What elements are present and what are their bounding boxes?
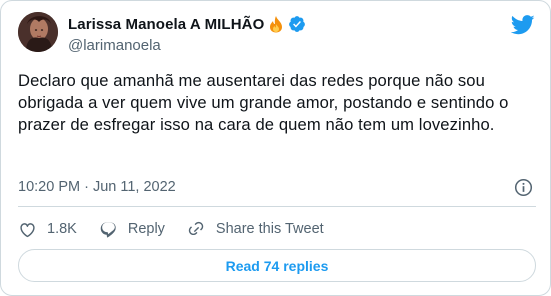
info-icon[interactable] bbox=[514, 178, 533, 197]
like-button[interactable]: 1.8K bbox=[18, 220, 77, 239]
share-label: Share this Tweet bbox=[215, 221, 324, 237]
tweet-actions: 1.8K Reply Share this Tweet bbox=[18, 217, 346, 241]
author-name-row[interactable]: Larissa Manoela A MILHÃO bbox=[68, 15, 306, 33]
reply-bubble-icon bbox=[100, 221, 116, 237]
reply-button[interactable]: Reply bbox=[99, 220, 165, 239]
tweet-timestamp[interactable]: 10:20 PM · Jun 11, 2022 bbox=[18, 179, 176, 195]
share-button[interactable]: Share this Tweet bbox=[187, 220, 324, 239]
fire-icon bbox=[268, 15, 284, 33]
avatar[interactable] bbox=[18, 12, 58, 52]
tweet-text: Declaro que amanhã me ausentarei das red… bbox=[18, 71, 509, 134]
divider bbox=[18, 206, 536, 207]
reply-label: Reply bbox=[127, 221, 165, 237]
twitter-bird-icon[interactable] bbox=[510, 15, 535, 35]
like-count: 1.8K bbox=[47, 221, 77, 237]
tweet-card: Larissa Manoela A MILHÃO @larimanoela De… bbox=[0, 0, 551, 296]
read-replies-button[interactable]: Read 74 replies bbox=[18, 249, 536, 282]
author-display-name[interactable]: Larissa Manoela A MILHÃO bbox=[68, 16, 264, 33]
verified-badge-icon bbox=[288, 15, 306, 33]
share-link-icon bbox=[188, 221, 204, 235]
heart-icon bbox=[20, 222, 35, 237]
author-handle[interactable]: @larimanoela bbox=[68, 37, 161, 54]
